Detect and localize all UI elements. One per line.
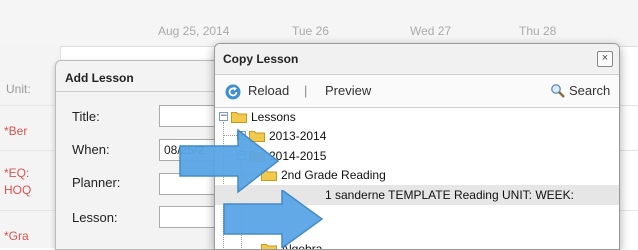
tree-label: 1 sanderne TEMPLATE Reading UNIT: WEEK: — [325, 188, 574, 202]
unit-row-text[interactable]: *Gra — [4, 229, 29, 243]
add-lesson-title: Add Lesson — [65, 71, 134, 85]
tree-label: 2nd Grade Reading — [281, 168, 386, 182]
day-header-thu: Thu 28 — [519, 24, 557, 38]
lesson-label: Lesson: — [72, 210, 118, 225]
unit-row-text[interactable]: HOQ — [4, 183, 31, 197]
dialog-toolbar: Reload | Preview Search — [215, 75, 619, 108]
calendar-header: Aug 25, 2014 Tue 26 Wed 27 Thu 28 — [0, 0, 638, 47]
folder-open-icon — [231, 112, 247, 123]
pointer-arrow-icon — [223, 190, 324, 248]
tree-label: Lessons — [251, 110, 296, 124]
pointer-arrow-icon — [179, 128, 280, 194]
close-button[interactable]: × — [597, 51, 613, 67]
search-button[interactable]: Search — [569, 83, 610, 98]
planner-label: Planner: — [72, 175, 121, 190]
unit-label: Unit: — [6, 82, 31, 96]
unit-column — [0, 46, 61, 248]
dialog-header: Copy Lesson × — [215, 44, 619, 75]
day-header-wed: Wed 27 — [410, 24, 452, 38]
day-header-tue: Tue 26 — [292, 24, 329, 38]
title-label: Title: — [72, 109, 100, 124]
reload-button[interactable]: Reload — [248, 83, 289, 98]
unit-row-text[interactable]: *Ber — [4, 124, 27, 138]
search-icon[interactable] — [550, 83, 566, 99]
when-label: When: — [72, 142, 110, 157]
collapse-icon[interactable]: − — [219, 112, 228, 121]
copy-lesson-title: Copy Lesson — [223, 52, 299, 66]
day-header-mon: Aug 25, 2014 — [158, 24, 230, 38]
preview-button[interactable]: Preview — [325, 83, 371, 98]
toolbar-separator: | — [304, 83, 308, 98]
unit-row-text[interactable]: *EQ: — [4, 166, 29, 180]
reload-icon[interactable] — [225, 84, 241, 100]
